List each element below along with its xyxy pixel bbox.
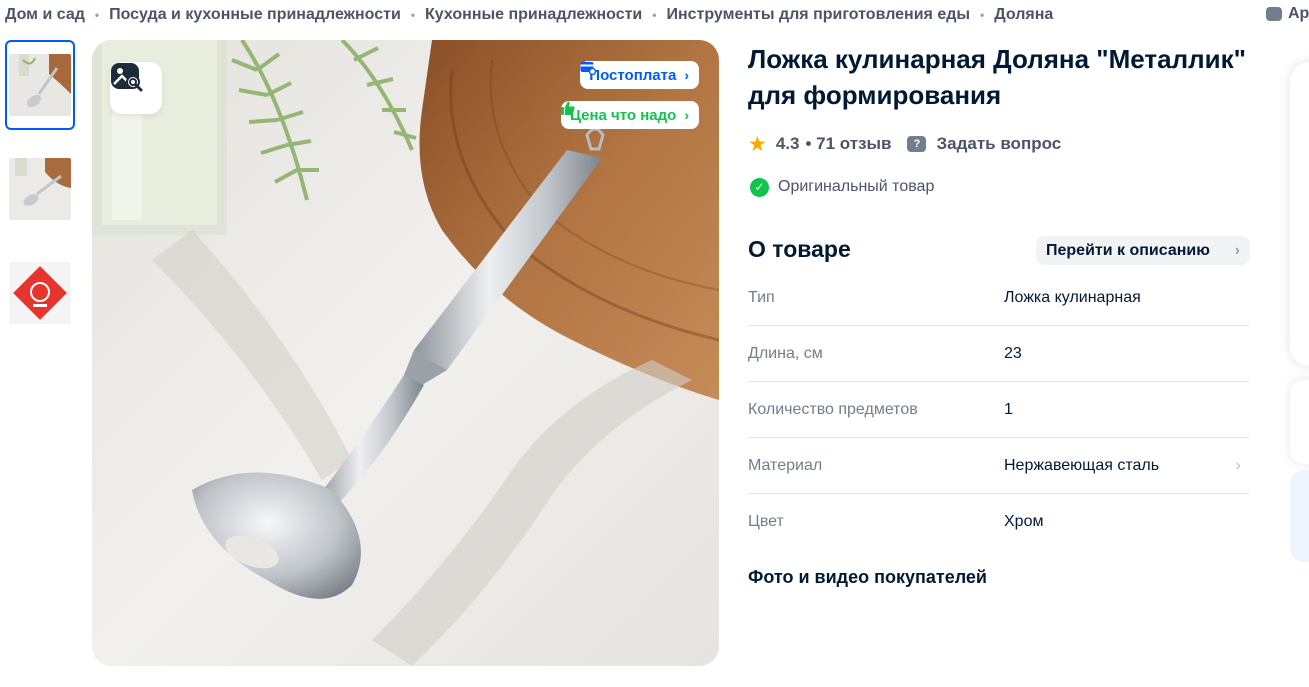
rating-row: ★ 4.3 • 71 отзыв ? Задать вопрос (748, 132, 1061, 156)
breadcrumb-item[interactable]: Инструменты для приготовления еды (666, 6, 970, 24)
thumbnail-image (9, 54, 71, 116)
postpay-badge[interactable]: Постоплата › (580, 61, 699, 89)
goto-description-button[interactable]: Перейти к описанию › (1036, 236, 1250, 265)
reviews-count[interactable]: • 71 отзыв (805, 134, 891, 154)
side-card-blue (1290, 470, 1309, 562)
breadcrumb-item[interactable]: Кухонные принадлежности (425, 6, 642, 24)
image-search-icon (111, 63, 143, 92)
goto-description-label: Перейти к описанию (1046, 241, 1210, 259)
breadcrumb-separator: • (410, 8, 416, 22)
breadcrumb: Дом и сад • Посуда и кухонные принадлежн… (5, 4, 1053, 26)
postpay-label: Постоплата (589, 66, 677, 84)
spec-row: Тип Ложка кулинарная (748, 270, 1249, 326)
original-label: Оригинальный товар (778, 178, 935, 195)
chevron-right-icon: › (1234, 241, 1240, 259)
spec-key: Количество предметов (748, 400, 918, 418)
side-card (1290, 380, 1309, 464)
card-icon (580, 62, 597, 75)
breadcrumb-separator: • (652, 8, 657, 22)
breadcrumb-item[interactable]: Доляна (994, 6, 1053, 24)
good-price-label: Цена что надо (570, 106, 677, 124)
top-right-action[interactable]: Ар (1266, 5, 1309, 23)
price-panel (1290, 62, 1309, 366)
star-icon: ★ (748, 132, 767, 156)
good-price-badge[interactable]: Цена что надо › (561, 101, 699, 129)
spec-key: Длина, см (748, 344, 823, 362)
breadcrumb-item[interactable]: Посуда и кухонные принадлежности (109, 6, 401, 24)
question-icon: ? (907, 136, 927, 152)
product-photo (92, 40, 719, 666)
chevron-right-icon: › (1235, 456, 1241, 474)
breadcrumb-separator: • (980, 8, 985, 22)
about-heading: О товаре (748, 236, 851, 262)
product-title: Ложка кулинарная Доляна "Металлик" для ф… (748, 44, 1246, 110)
thumbs-up-icon (561, 101, 575, 115)
top-right-label: Ар (1288, 5, 1309, 22)
spec-key: Материал (748, 456, 823, 474)
thumbnail-2[interactable] (5, 144, 75, 234)
spec-value: 1 (1004, 400, 1013, 418)
spec-row: Длина, см 23 (748, 326, 1249, 382)
check-circle-icon: ✓ (750, 177, 769, 197)
spec-value: Хром (1004, 513, 1044, 530)
thumbnail-image (9, 262, 71, 324)
thumbnail-list (5, 40, 75, 352)
breadcrumb-item[interactable]: Дом и сад (5, 6, 85, 24)
spec-value: 23 (1004, 344, 1022, 362)
rating-value[interactable]: 4.3 (776, 134, 800, 154)
spec-row: Цвет Хром (748, 494, 1249, 550)
spec-key: Тип (748, 288, 775, 306)
spec-value: Ложка кулинарная (1004, 288, 1141, 306)
spec-row: Количество предметов 1 (748, 382, 1249, 438)
spec-row-material[interactable]: Материал Нержавеющая сталь › (748, 438, 1249, 494)
chevron-right-icon: › (684, 107, 689, 123)
chat-icon (1266, 7, 1282, 21)
photo-search-button[interactable] (110, 62, 162, 114)
ask-question-label: Задать вопрос (936, 134, 1062, 153)
spec-value[interactable]: Нержавеющая сталь (1004, 457, 1159, 475)
customer-photos-heading: Фото и видео покупателей (748, 567, 987, 587)
original-product-badge[interactable]: ✓ Оригинальный товар (750, 176, 934, 198)
specs-table: Тип Ложка кулинарная Длина, см 23 Количе… (748, 270, 1249, 550)
chevron-right-icon: › (684, 67, 689, 83)
thumbnail-3[interactable] (5, 248, 75, 338)
ask-question-button[interactable]: ? Задать вопрос (907, 134, 1061, 154)
spec-key: Цвет (748, 513, 784, 530)
product-main-image[interactable]: Постоплата › Цена что надо › (92, 40, 719, 666)
thumbnail-image (9, 158, 71, 220)
breadcrumb-separator: • (94, 8, 100, 22)
thumbnail-1[interactable] (5, 40, 75, 130)
